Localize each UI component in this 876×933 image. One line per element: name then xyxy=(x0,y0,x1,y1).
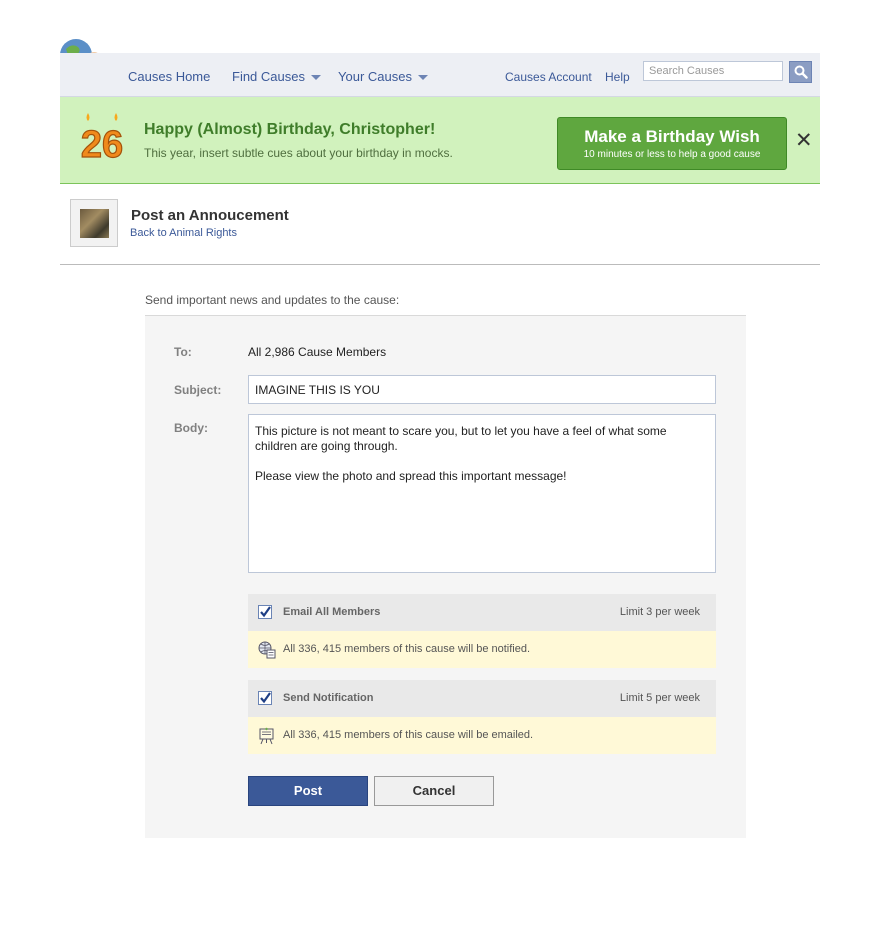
globe-notification-icon xyxy=(258,641,276,659)
divider xyxy=(60,264,820,265)
nav-causes-home-label: Causes Home xyxy=(128,69,211,84)
chevron-down-icon xyxy=(417,75,428,81)
close-icon[interactable]: ✕ xyxy=(795,130,813,151)
email-members-note: All 336, 415 members of this cause will … xyxy=(248,631,716,668)
to-value: All 2,986 Cause Members xyxy=(248,345,387,359)
body-label: Body: xyxy=(174,421,208,435)
causes-account-link[interactable]: Causes Account xyxy=(505,70,592,84)
top-navigation-bar: Causes Home Find Causes Your Causes Caus… xyxy=(60,53,820,97)
cancel-button[interactable]: Cancel xyxy=(374,776,494,806)
announcement-form: To: All 2,986 Cause Members Subject: Bod… xyxy=(145,315,746,838)
email-members-limit: Limit 3 per week xyxy=(619,606,700,618)
nav-find-causes[interactable]: Find Causes xyxy=(232,69,321,84)
send-notification-limit: Limit 5 per week xyxy=(619,692,700,704)
subject-input[interactable] xyxy=(248,375,716,404)
envelope-easel-icon xyxy=(259,727,274,745)
subject-label: Subject: xyxy=(174,383,222,397)
search-input[interactable] xyxy=(643,61,783,81)
post-button[interactable]: Post xyxy=(248,776,368,806)
email-members-option: Email All Members Limit 3 per week xyxy=(248,594,716,631)
magnifier-icon xyxy=(794,65,808,79)
email-members-title: Email All Members xyxy=(283,606,381,618)
to-label: To: xyxy=(174,345,192,359)
nav-your-causes[interactable]: Your Causes xyxy=(338,69,428,84)
send-notification-title: Send Notification xyxy=(283,692,374,704)
nav-find-causes-label: Find Causes xyxy=(232,69,305,84)
make-birthday-wish-button[interactable]: Make a Birthday Wish 10 minutes or less … xyxy=(557,117,787,170)
send-notification-option: Send Notification Limit 5 per week xyxy=(248,680,716,717)
wish-button-subtitle: 10 minutes or less to help a good cause xyxy=(583,149,761,160)
nav-your-causes-label: Your Causes xyxy=(338,69,412,84)
birthday-candles-icon: 26 xyxy=(72,111,134,167)
body-textarea[interactable]: This picture is not meant to scare you, … xyxy=(248,414,716,573)
birthday-banner: 26 Happy (Almost) Birthday, Christopher!… xyxy=(60,97,820,184)
back-link[interactable]: Back to Animal Rights xyxy=(130,227,237,239)
birthday-title: Happy (Almost) Birthday, Christopher! xyxy=(144,121,436,138)
cause-photo xyxy=(80,209,109,238)
wish-button-title: Make a Birthday Wish xyxy=(584,127,760,146)
nav-causes-home[interactable]: Causes Home xyxy=(128,69,210,84)
email-members-checkbox[interactable] xyxy=(258,605,272,619)
page-title: Post an Annoucement xyxy=(131,207,289,224)
birthday-subtitle: This year, insert subtle cues about your… xyxy=(144,146,453,160)
help-link[interactable]: Help xyxy=(605,70,630,84)
send-notification-note: All 336, 415 members of this cause will … xyxy=(248,717,716,754)
chevron-down-icon xyxy=(310,75,321,81)
send-notification-note-text: All 336, 415 members of this cause will … xyxy=(283,729,534,741)
search-button[interactable] xyxy=(789,61,812,83)
cause-thumbnail[interactable] xyxy=(70,199,118,247)
send-notification-checkbox[interactable] xyxy=(258,691,272,705)
birthday-age-number: 26 xyxy=(81,124,123,161)
intro-text: Send important news and updates to the c… xyxy=(145,293,400,307)
email-members-note-text: All 336, 415 members of this cause will … xyxy=(283,643,531,655)
